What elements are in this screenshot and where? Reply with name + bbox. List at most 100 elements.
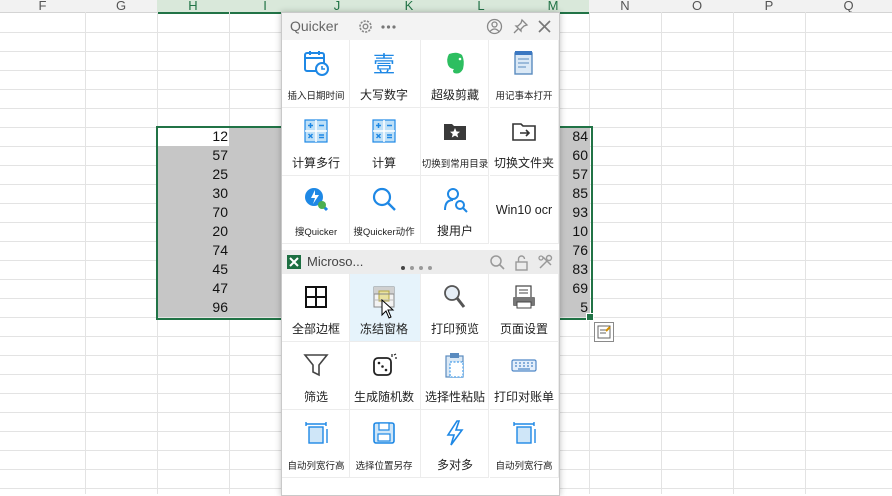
cell-value[interactable]: 76 [560, 241, 588, 260]
action-button[interactable]: 打印预览 [421, 274, 489, 342]
column-header-q[interactable]: Q [805, 0, 892, 13]
action-button[interactable]: 壹大写数字 [350, 40, 421, 108]
print-preview-icon [441, 283, 469, 311]
page-dot[interactable] [401, 266, 405, 270]
quicker-title-bar[interactable]: Quicker [282, 13, 559, 40]
action-label: 生成随机数 [353, 390, 414, 404]
grid-column-line [733, 12, 734, 494]
action-button[interactable]: 切换到常用目录 [421, 108, 489, 176]
action-button[interactable]: 打印对账单 [490, 342, 559, 410]
filter-icon [302, 351, 330, 379]
action-label: 冻结窗格 [359, 322, 408, 336]
action-button[interactable]: 多对多 [421, 410, 489, 478]
action-label: 多对多 [436, 458, 473, 472]
column-header-n[interactable]: N [589, 0, 661, 13]
action-button[interactable]: 筛选 [282, 342, 350, 410]
quicker-panel[interactable]: Quicker 插入日期时间壹大写数字 超级剪藏 用记事本打开计算多行计算 切换到常用… [281, 12, 560, 496]
cell-value[interactable]: 12 [158, 127, 228, 146]
grid-column-line [661, 12, 662, 494]
calendar-clock-icon [302, 49, 330, 77]
calculator-icon [370, 117, 398, 145]
action-label: 大写数字 [359, 88, 408, 102]
page-dot[interactable] [410, 266, 414, 270]
page-dot[interactable] [419, 266, 423, 270]
cell-value[interactable]: 93 [560, 203, 588, 222]
action-label: 用记事本打开 [495, 91, 553, 102]
action-button[interactable]: 超级剪藏 [421, 40, 489, 108]
column-header-f[interactable]: F [0, 0, 85, 13]
action-button[interactable]: 全部边框 [282, 274, 350, 342]
column-header-g[interactable]: G [85, 0, 157, 13]
context-actions-grid: 全部边框 冻结窗格 打印预览 页面设置 筛选 生成随机数 选择性粘贴 打印对账单 自动列宽行高选… [282, 274, 559, 495]
cell-value[interactable]: 69 [560, 279, 588, 298]
action-button[interactable]: 切换文件夹 [490, 108, 559, 176]
user-icon[interactable] [486, 18, 503, 35]
action-label: 打印预览 [430, 322, 479, 336]
cell-value[interactable]: 60 [560, 146, 588, 165]
action-label: 切换到常用目录 [421, 159, 489, 170]
action-button[interactable]: 搜Quicker [282, 176, 350, 244]
column-header-p[interactable]: P [733, 0, 805, 13]
lightning-icon [441, 419, 469, 447]
cell-value[interactable]: 74 [158, 241, 228, 260]
action-button[interactable]: Win10 ocr [490, 176, 559, 244]
cell-value[interactable]: 30 [158, 184, 228, 203]
dice-icon [370, 351, 398, 379]
action-button[interactable]: 选择位置另存 [350, 410, 421, 478]
action-label: 搜用户 [436, 224, 473, 238]
action-button[interactable]: 搜Quicker动作 [350, 176, 421, 244]
cell-value[interactable]: 57 [560, 165, 588, 184]
action-button[interactable]: 插入日期时间 [282, 40, 350, 108]
action-label: 页面设置 [499, 322, 548, 336]
action-button[interactable]: 页面设置 [490, 274, 559, 342]
pin-icon[interactable] [512, 18, 529, 35]
fill-handle[interactable] [586, 313, 594, 321]
action-label: 全部边框 [291, 322, 340, 336]
folder-star-icon [441, 117, 469, 145]
grid-column-line [805, 12, 806, 494]
action-button[interactable]: 选择性粘贴 [421, 342, 489, 410]
column-header-o[interactable]: O [661, 0, 733, 13]
gear-icon[interactable] [357, 18, 374, 35]
action-label: 插入日期时间 [287, 91, 345, 102]
keyboard-icon [510, 351, 538, 379]
lock-icon[interactable] [514, 254, 529, 271]
calculator-icon [302, 117, 330, 145]
action-button[interactable]: 自动列宽行高 [490, 410, 559, 478]
autofit-icon [510, 419, 538, 447]
cell-value[interactable]: 5 [560, 298, 588, 317]
cell-value[interactable]: 25 [158, 165, 228, 184]
action-button[interactable]: 自动列宽行高 [282, 410, 350, 478]
action-button[interactable]: 计算多行 [282, 108, 350, 176]
action-button[interactable]: 用记事本打开 [490, 40, 559, 108]
action-label: 计算 [371, 156, 396, 170]
quick-analysis-icon[interactable] [594, 322, 614, 342]
action-label: 打印对账单 [493, 390, 554, 404]
cell-value[interactable]: 57 [158, 146, 228, 165]
all-borders-icon [302, 283, 330, 311]
action-label: 选择位置另存 [355, 461, 413, 472]
action-button[interactable]: 计算 [350, 108, 421, 176]
action-button[interactable]: 生成随机数 [350, 342, 421, 410]
page-setup-icon [510, 283, 538, 311]
close-icon[interactable] [536, 18, 553, 35]
cell-value[interactable]: 47 [158, 279, 228, 298]
page-dot[interactable] [428, 266, 432, 270]
more-icon[interactable] [380, 18, 397, 35]
cell-value[interactable]: 83 [560, 260, 588, 279]
mouse-cursor-icon [381, 299, 395, 319]
action-button[interactable]: 搜用户 [421, 176, 489, 244]
page-indicator-bottom[interactable] [401, 266, 441, 272]
search-icon[interactable] [489, 254, 506, 271]
cell-value[interactable]: 70 [158, 203, 228, 222]
cell-value[interactable]: 45 [158, 260, 228, 279]
action-label: 切换文件夹 [493, 156, 554, 170]
cell-value[interactable]: 85 [560, 184, 588, 203]
tools-icon[interactable] [537, 254, 554, 271]
column-header-h[interactable]: H [157, 0, 229, 14]
cell-value[interactable]: 84 [560, 127, 588, 146]
cell-value[interactable]: 10 [560, 222, 588, 241]
action-label: 筛选 [303, 390, 328, 404]
cell-value[interactable]: 96 [158, 298, 228, 317]
cell-value[interactable]: 20 [158, 222, 228, 241]
